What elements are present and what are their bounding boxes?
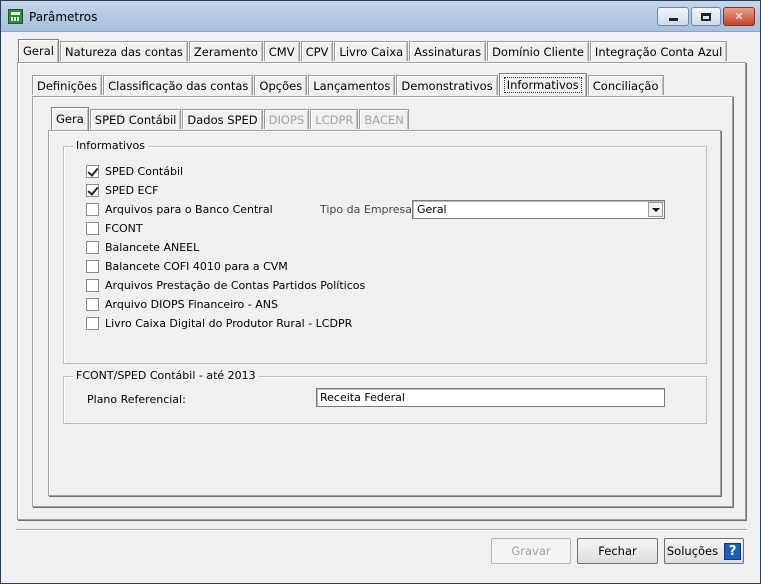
partidos-politicos-checkbox[interactable] [86,278,99,292]
tab-demonstrativos[interactable]: Demonstrativos [396,75,498,95]
tab-dados-sped[interactable]: Dados SPED [182,109,263,129]
gera-panel: Informativos SPED Contábil SPED ECF Arqu… [48,130,721,496]
plano-referencial-field[interactable]: Receita Federal [316,388,665,407]
informativos-group-label: Informativos [73,139,148,152]
balancete-cofi-checkbox-row[interactable]: Balancete COFI 4010 para a CVM [86,259,288,273]
tab-dominio-cliente[interactable]: Domínio Cliente [487,41,589,61]
gravar-button[interactable]: Gravar [491,538,571,564]
chevron-down-icon[interactable] [648,202,663,217]
inner-tab-strip: Gera SPED Contábil Dados SPED DIOPS LCDP… [51,107,410,130]
tab-cpv[interactable]: CPV [300,41,334,61]
tipo-empresa-label: Tipo da Empresa: [320,203,416,216]
fechar-button[interactable]: Fechar [577,538,658,564]
tab-diops[interactable]: DIOPS [263,109,310,129]
tab-sped-contabil[interactable]: SPED Contábil [89,109,182,129]
tab-livro-caixa[interactable]: Livro Caixa [334,41,409,61]
tab-geral[interactable]: Geral [18,39,59,62]
sped-contabil-checkbox-row[interactable]: SPED Contábil [86,164,183,178]
tab-lcdpr[interactable]: LCDPR [310,109,359,129]
tab-definicoes[interactable]: Definições [32,75,103,95]
minimize-button[interactable] [657,7,689,26]
plano-referencial-label: Plano Referencial: [87,393,186,406]
fcont-checkbox[interactable] [86,221,99,235]
close-button[interactable]: ✕ [723,7,755,26]
lcdpr-checkbox[interactable] [86,316,99,330]
footer-separator [16,529,747,531]
minimize-icon [668,17,678,21]
tab-informativos[interactable]: Informativos [498,73,587,96]
fcont-group-label: FCONT/SPED Contábil - até 2013 [73,369,259,382]
tipo-empresa-select[interactable]: Geral [412,200,665,219]
window-title: Parâmetros [29,10,98,24]
tab-lancamentos[interactable]: Lançamentos [308,75,396,95]
balancete-cofi-checkbox[interactable] [86,259,99,273]
banco-central-checkbox[interactable] [86,202,99,216]
sped-ecf-checkbox-row[interactable]: SPED ECF [86,183,159,197]
maximize-button[interactable] [691,7,721,26]
tab-assinaturas[interactable]: Assinaturas [409,41,487,61]
sped-ecf-checkbox[interactable] [86,183,99,197]
fcont-checkbox-row[interactable]: FCONT [86,221,143,235]
parametros-window: Parâmetros ✕ Geral Natureza das contas Z… [0,0,761,584]
maximize-icon [701,12,711,21]
tab-opcoes[interactable]: Opções [254,75,308,95]
tab-zeramento[interactable]: Zeramento [188,41,263,61]
informativos-groupbox: Informativos [63,139,707,364]
help-icon: ? [724,542,742,560]
sped-contabil-checkbox[interactable] [86,164,99,178]
tab-conciliacao[interactable]: Conciliação [587,75,664,95]
tab-gera[interactable]: Gera [51,107,89,130]
app-icon [8,9,23,24]
balancete-aneel-checkbox[interactable] [86,240,99,254]
banco-central-checkbox-row[interactable]: Arquivos para o Banco Central [86,202,273,216]
lcdpr-checkbox-row[interactable]: Livro Caixa Digital do Produtor Rural - … [86,316,352,330]
title-bar: Parâmetros ✕ [1,1,760,32]
solucoes-button[interactable]: Soluções ? [664,538,744,564]
tab-natureza-das-contas[interactable]: Natureza das contas [59,41,188,61]
tab-cmv[interactable]: CMV [263,41,300,61]
close-icon: ✕ [734,10,744,23]
informativos-panel: Gera SPED Contábil Dados SPED DIOPS LCDP… [32,96,733,507]
tab-classificacao-das-contas[interactable]: Classificação das contas [103,75,254,95]
tab-bacen[interactable]: BACEN [359,109,409,129]
diops-financeiro-checkbox[interactable] [86,297,99,311]
partidos-politicos-checkbox-row[interactable]: Arquivos Prestação de Contas Partidos Po… [86,278,365,292]
geral-panel: Definições Classificação das contas Opçõ… [17,62,746,520]
balancete-aneel-checkbox-row[interactable]: Balancete ANEEL [86,240,199,254]
diops-financeiro-checkbox-row[interactable]: Arquivo DIOPS Financeiro - ANS [86,297,278,311]
main-tab-strip: Geral Natureza das contas Zeramento CMV … [18,39,728,62]
tab-integracao-conta-azul[interactable]: Integração Conta Azul [589,41,728,61]
sub-tab-strip: Definições Classificação das contas Opçõ… [32,73,665,96]
